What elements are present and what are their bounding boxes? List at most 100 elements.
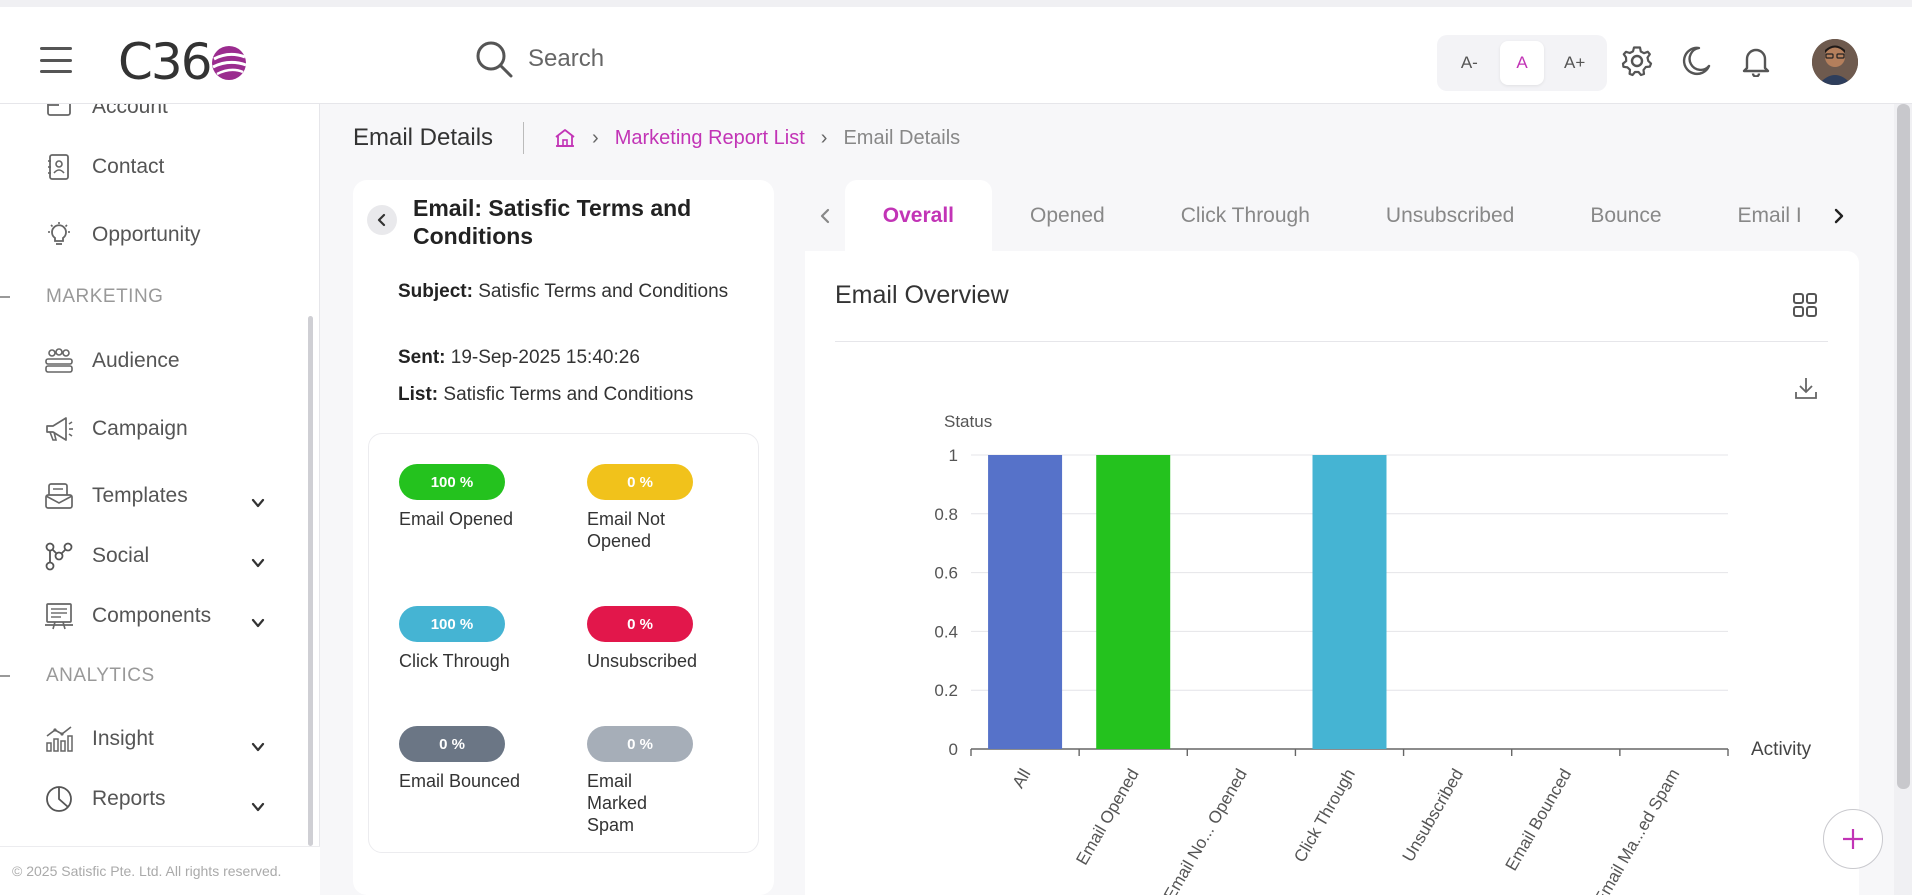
tab-unsubscribed[interactable]: Unsubscribed bbox=[1348, 180, 1552, 252]
stat-email-not-opened: 0 % Email Not Opened bbox=[587, 464, 747, 552]
logo-globe-icon bbox=[211, 46, 247, 80]
y-tick-label: 0.8 bbox=[934, 505, 958, 524]
font-normal-button[interactable]: A bbox=[1499, 41, 1544, 85]
tabs-bar: Overall Opened Click Through Unsubscribe… bbox=[805, 180, 1859, 252]
insight-icon bbox=[44, 724, 74, 754]
sidebar-item-label: Reports bbox=[92, 787, 166, 810]
chevron-down-icon[interactable] bbox=[250, 739, 266, 755]
header-divider bbox=[523, 122, 525, 154]
sidebar-item-components[interactable]: Components bbox=[44, 601, 211, 631]
sidebar-item-account[interactable]: Account bbox=[44, 104, 168, 122]
sidebar-item-insight[interactable]: Insight bbox=[44, 724, 154, 754]
font-increase-button[interactable]: A+ bbox=[1553, 41, 1597, 85]
stat-pill: 100 % bbox=[399, 606, 505, 642]
stat-email-bounced: 0 % Email Bounced bbox=[399, 726, 559, 792]
plus-icon bbox=[1843, 829, 1863, 849]
sidebar-item-label: Social bbox=[92, 544, 150, 567]
email-info-card: Email: Satisfic Terms and Conditions Sub… bbox=[353, 180, 774, 895]
chevron-down-icon[interactable] bbox=[250, 555, 266, 571]
bar-chart: 0 0.2 0.4 0.6 0.8 1 Status Activity All Email Ope… bbox=[934, 412, 1812, 895]
footer-copyright: © 2025 Satisfic Pte. Ltd. All rights res… bbox=[0, 846, 320, 895]
stat-label: Email Marked Spam bbox=[587, 771, 648, 835]
y-tick-label: 1 bbox=[949, 446, 958, 465]
bar bbox=[1312, 455, 1387, 749]
x-tick-label: Email No... Opened bbox=[1160, 766, 1251, 895]
sidebar-item-label: Opportunity bbox=[92, 223, 201, 246]
search-bar bbox=[474, 39, 928, 79]
stat-pill: 0 % bbox=[587, 606, 693, 642]
sidebar-item-reports[interactable]: Reports bbox=[44, 784, 166, 814]
stat-pill: 0 % bbox=[399, 726, 505, 762]
stat-label: Click Through bbox=[399, 651, 510, 671]
stat-click-through: 100 % Click Through bbox=[399, 606, 559, 672]
stat-pill: 100 % bbox=[399, 464, 505, 500]
x-tick-label: Email Bounced bbox=[1502, 766, 1576, 875]
logo-text: C36 bbox=[118, 33, 213, 91]
sidebar-item-audience[interactable]: Audience bbox=[44, 346, 180, 376]
tab-email-more[interactable]: Email I bbox=[1700, 180, 1820, 252]
sidebar-item-label: Account bbox=[92, 104, 168, 118]
sidebar-scrollbar[interactable] bbox=[308, 316, 313, 846]
top-bar: C36 A- A A+ bbox=[0, 0, 1912, 104]
y-tick-label: 0.6 bbox=[934, 564, 958, 583]
email-sent: Sent: 19-Sep-2025 15:40:26 bbox=[398, 344, 738, 372]
font-decrease-button[interactable]: A- bbox=[1447, 41, 1491, 85]
sidebar-item-campaign[interactable]: Campaign bbox=[44, 414, 188, 444]
lightbulb-icon bbox=[44, 220, 74, 250]
sidebar-item-social[interactable]: Social bbox=[44, 541, 149, 571]
tab-bounce[interactable]: Bounce bbox=[1552, 180, 1699, 252]
stat-label: Email Not Opened bbox=[587, 509, 666, 551]
email-subject: Subject: Satisfic Terms and Conditions bbox=[398, 278, 738, 306]
stat-label: Unsubscribed bbox=[587, 651, 698, 671]
menu-toggle-icon[interactable] bbox=[40, 47, 72, 73]
y-axis-title: Status bbox=[944, 412, 992, 431]
breadcrumb-link[interactable]: Marketing Report List bbox=[615, 127, 805, 150]
sidebar-item-opportunity[interactable]: Opportunity bbox=[44, 220, 201, 250]
x-tick-label: All bbox=[1009, 766, 1035, 792]
chevron-down-icon[interactable] bbox=[250, 799, 266, 815]
sidebar-item-label: Components bbox=[92, 604, 212, 627]
sent-label: Sent: bbox=[398, 347, 446, 368]
sidebar-item-label: Insight bbox=[92, 727, 154, 750]
x-tick-label: Email Ma...ed Spam bbox=[1590, 766, 1683, 895]
main-scrollbar-thumb[interactable] bbox=[1897, 104, 1910, 789]
subject-value: Satisfic Terms and Conditions bbox=[478, 281, 729, 302]
sidebar-item-label: Campaign bbox=[92, 417, 188, 440]
bar bbox=[988, 455, 1063, 749]
section-divider bbox=[0, 296, 10, 298]
pie-icon bbox=[44, 784, 74, 814]
chevron-down-icon[interactable] bbox=[250, 495, 266, 511]
people-icon bbox=[44, 346, 74, 376]
dark-mode-moon-icon[interactable] bbox=[1680, 45, 1712, 77]
stats-box: 100 % Email Opened 0 % Email Not Opened … bbox=[368, 433, 759, 853]
email-title: Email: Satisfic Terms and Conditions bbox=[413, 195, 692, 249]
tab-strip: Overall Opened Click Through Unsubscribe… bbox=[844, 180, 1820, 252]
x-axis-title: Activity bbox=[1751, 739, 1812, 760]
user-avatar[interactable] bbox=[1812, 39, 1858, 85]
search-icon[interactable] bbox=[474, 39, 514, 79]
search-input[interactable] bbox=[528, 45, 928, 73]
breadcrumb: › Marketing Report List › Email Details bbox=[554, 127, 960, 150]
tab-overall[interactable]: Overall bbox=[844, 180, 992, 252]
stat-label: Email Opened bbox=[399, 509, 514, 529]
tab-click-through[interactable]: Click Through bbox=[1143, 180, 1348, 252]
back-button[interactable] bbox=[367, 205, 397, 235]
list-label: List: bbox=[398, 384, 439, 405]
page-header: Email Details › Marketing Report List › … bbox=[353, 120, 960, 156]
sidebar-item-templates[interactable]: Templates bbox=[44, 481, 188, 511]
gear-icon[interactable] bbox=[1621, 45, 1653, 77]
bell-icon[interactable] bbox=[1740, 45, 1772, 77]
add-floating-button[interactable] bbox=[1823, 809, 1883, 869]
x-tick-label: Unsubscribed bbox=[1399, 766, 1467, 866]
social-icon bbox=[44, 541, 74, 571]
tab-opened[interactable]: Opened bbox=[992, 180, 1143, 252]
section-label-marketing: MARKETING bbox=[46, 286, 164, 307]
y-tick-label: 0 bbox=[949, 740, 958, 759]
logo[interactable]: C36 bbox=[118, 33, 249, 91]
tab-scroll-right-button[interactable] bbox=[1819, 196, 1859, 236]
home-icon[interactable] bbox=[554, 127, 576, 149]
tab-scroll-left-button[interactable] bbox=[805, 196, 845, 236]
chevron-down-icon[interactable] bbox=[250, 615, 266, 631]
sidebar-item-contact[interactable]: Contact bbox=[44, 152, 164, 182]
sidebar-item-label: Templates bbox=[92, 484, 188, 507]
